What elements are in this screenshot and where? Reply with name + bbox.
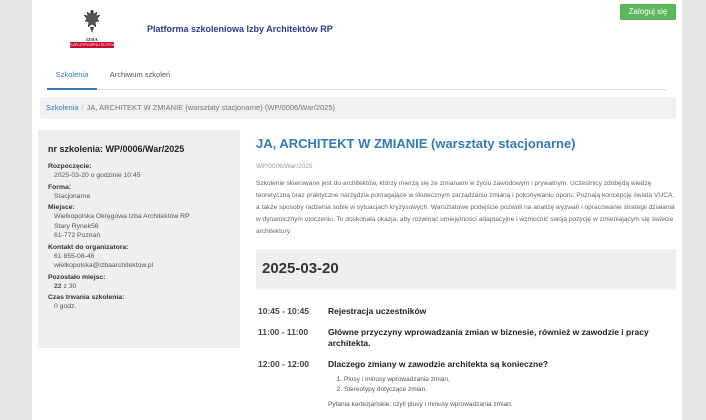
training-title: JA, ARCHITEKT W ZMIANIE (warsztaty stacj… <box>256 136 576 151</box>
logo-text-line2: RZECZYPOSPOLITEJ POLSKIEJ <box>70 42 114 48</box>
page-container: IZBA ARCHITEKTÓW RZECZYPOSPOLITEJ POLSKI… <box>32 0 682 420</box>
breadcrumb-current: JA, ARCHITEKT W ZMIANIE (warsztaty stacj… <box>86 103 336 112</box>
training-description: Szkolenie skierowane jest do architektów… <box>256 180 675 235</box>
schedule-item: 10:45 - 10:45 Rejestracja uczestników <box>256 306 676 317</box>
schedule-extra-note: Pytania kartezjańskie: czyli plusy i min… <box>328 401 513 408</box>
form-value: Stacjonarne <box>54 192 91 200</box>
eagle-emblem-icon <box>83 10 101 33</box>
schedule-point: Plusy i minusy wprowadzania zmian, <box>344 375 676 385</box>
tab-archiwum[interactable]: Archiwum szkoleń <box>105 64 175 90</box>
site-title[interactable]: Platforma szkoleniowa Izby Architektów R… <box>147 24 333 34</box>
duration-value: 0 godz. <box>54 303 77 310</box>
contact-phone[interactable]: 61 855-08-46 <box>48 252 230 262</box>
schedule-date-bar: 2025-03-20 <box>256 249 676 289</box>
place-line: 61-772 Poznań <box>54 232 101 239</box>
schedule-title: Rejestracja uczestników <box>328 306 427 316</box>
schedule-time: 12:00 - 12:00 <box>258 359 310 369</box>
place-label: Miejsce: <box>48 204 75 211</box>
breadcrumb-link-szkolenia[interactable]: Szkolenia <box>46 103 79 112</box>
tab-bar: Szkolenia Archiwum szkoleń <box>47 64 667 90</box>
contact-label: Kontakt do organizatora: <box>48 243 129 251</box>
schedule-time: 11:00 - 11:00 <box>258 327 309 337</box>
izba-architektow-logo[interactable]: IZBA ARCHITEKTÓW RZECZYPOSPOLITEJ POLSKI… <box>70 9 114 49</box>
tab-szkolenia[interactable]: Szkolenia <box>47 64 97 90</box>
schedule-points: Plusy i minusy wprowadzania zmian, Stere… <box>344 375 676 395</box>
schedule-time: 10:45 - 10:45 <box>258 306 310 316</box>
duration-label: Czas trwania szkolenia: <box>48 294 125 301</box>
seats-total: z 30 <box>63 282 77 290</box>
schedule-item: 12:00 - 12:00 Dlaczego zmiany w zawodzie… <box>256 359 676 408</box>
form-label: Forma: <box>48 183 72 191</box>
seats-label: Pozostało miejsc: <box>48 273 106 281</box>
schedule-title: Dlaczego zmiany w zawodzie architekta są… <box>328 359 549 369</box>
schedule-date: 2025-03-20 <box>262 260 339 277</box>
schedule-list: 10:45 - 10:45 Rejestracja uczestników 11… <box>256 306 676 418</box>
place-line: Stary Rynek56 <box>54 222 99 230</box>
training-code: WP/0006/War/2025 <box>256 163 313 170</box>
site-header: IZBA ARCHITEKTÓW RZECZYPOSPOLITEJ POLSKI… <box>32 0 682 60</box>
schedule-point: Stereotypy dotyczące zmian. <box>344 385 676 395</box>
schedule-item: 11:00 - 11:00 Główne przyczyny wprowadza… <box>256 327 676 349</box>
training-info-panel: nr szkolenia: WP/0006/War/2025 Rozpoczęc… <box>38 130 240 348</box>
login-button[interactable]: Zaloguj się <box>620 4 676 20</box>
contact-email[interactable]: wielkopolska@izbaarchitektow.pl <box>48 261 230 271</box>
training-main: JA, ARCHITEKT W ZMIANIE (warsztaty stacj… <box>256 130 678 238</box>
start-value: 2025-03-20 o godzinie 10:45 <box>54 172 141 179</box>
start-label: Rozpoczęcie: <box>48 163 92 170</box>
breadcrumb-separator: / <box>81 103 84 112</box>
seats-value: 22 z 30 <box>48 282 230 292</box>
place-line: Wielkopolska Okręgowa Izba Architektów R… <box>54 213 190 220</box>
training-number-heading: nr szkolenia: WP/0006/War/2025 <box>48 144 185 154</box>
schedule-title: Główne przyczyny wprowadzania zmian w bi… <box>328 327 649 348</box>
breadcrumb: Szkolenia / JA, ARCHITEKT W ZMIANIE (warsz… <box>40 97 676 119</box>
seats-remaining: 22 <box>54 282 62 290</box>
